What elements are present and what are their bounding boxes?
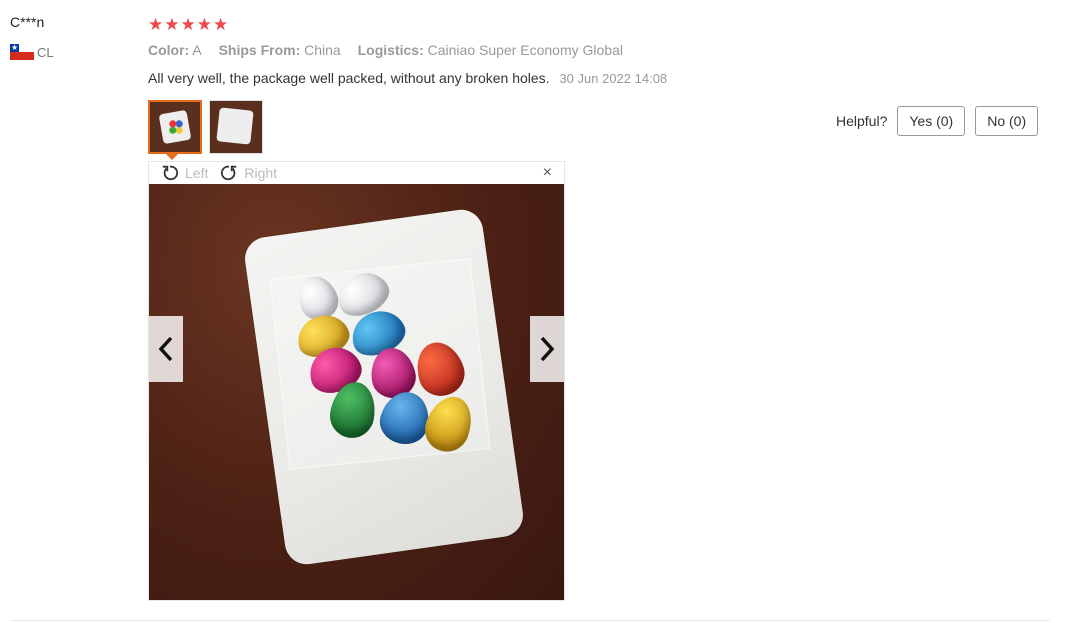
helpful-vote: Helpful? Yes (0) No (0) bbox=[836, 106, 1039, 136]
country-code: CL bbox=[37, 44, 54, 60]
color-value: A bbox=[192, 42, 202, 58]
review-thumbnails bbox=[148, 100, 263, 154]
color-label: Color: bbox=[148, 42, 190, 58]
helpful-label: Helpful? bbox=[836, 113, 888, 129]
review-thumbnail[interactable] bbox=[148, 100, 202, 154]
rotate-left-icon bbox=[162, 165, 179, 181]
star-icon: ★ bbox=[196, 15, 212, 34]
review-thumbnail[interactable] bbox=[209, 100, 263, 154]
review-text: All very well, the package well packed, … bbox=[148, 70, 550, 86]
helpful-yes-button[interactable]: Yes (0) bbox=[897, 106, 966, 136]
helpful-no-button[interactable]: No (0) bbox=[975, 106, 1039, 136]
rotate-left-label: Left bbox=[185, 165, 209, 181]
reviewer-name: C***n bbox=[10, 14, 45, 30]
review-text-row: All very well, the package well packed, … bbox=[148, 70, 667, 86]
star-icon: ★ bbox=[164, 15, 180, 34]
chevron-left-icon bbox=[158, 336, 173, 362]
ships-from-label: Ships From: bbox=[218, 42, 301, 58]
rotate-right-icon bbox=[221, 165, 237, 181]
ships-from-value: China bbox=[304, 42, 341, 58]
logistics-label: Logistics: bbox=[357, 42, 424, 58]
rotate-left-button[interactable]: Left bbox=[161, 164, 208, 182]
previous-image-button[interactable] bbox=[149, 316, 183, 382]
review-photo bbox=[149, 184, 564, 600]
viewer-toolbar: Left Right × bbox=[149, 162, 564, 184]
active-thumbnail-pointer bbox=[166, 154, 178, 160]
rotate-right-button[interactable]: Right bbox=[220, 164, 277, 182]
image-viewer: Left Right × bbox=[148, 161, 565, 601]
review-divider bbox=[10, 620, 1050, 621]
order-meta: Color: A Ships From: China Logistics: Ca… bbox=[148, 42, 623, 58]
rotate-right-label: Right bbox=[244, 165, 278, 181]
chile-flag-icon: ★ bbox=[10, 44, 34, 60]
star-icon: ★ bbox=[213, 15, 229, 34]
star-icon: ★ bbox=[148, 15, 164, 34]
next-image-button[interactable] bbox=[530, 316, 564, 382]
star-icon: ★ bbox=[180, 15, 196, 34]
close-viewer-icon[interactable]: × bbox=[543, 164, 552, 182]
rating-stars: ★ ★ ★ ★ ★ bbox=[148, 14, 228, 36]
reviewer-country: ★ CL bbox=[10, 44, 54, 60]
review-date: 30 Jun 2022 14:08 bbox=[559, 71, 668, 86]
chevron-right-icon bbox=[540, 336, 555, 362]
logistics-value: Cainiao Super Economy Global bbox=[427, 42, 623, 58]
